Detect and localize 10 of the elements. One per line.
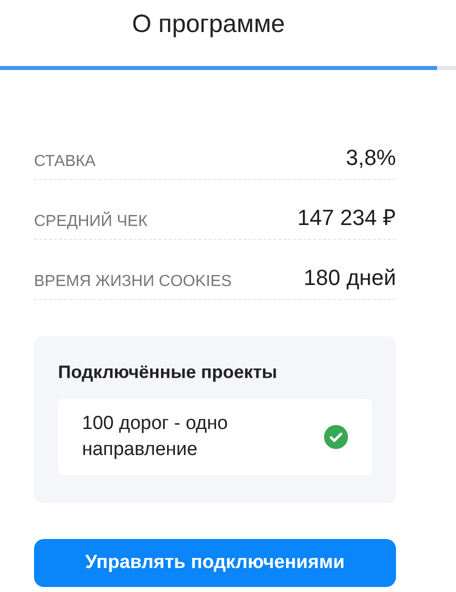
stat-label: СТАВКА [34,153,96,171]
panel-title: Подключённые проекты [58,362,278,383]
stat-value: 3,8% [346,145,396,171]
tab[interactable]: О программе [0,0,437,70]
stat-value: 147 234 ₽ [297,204,396,231]
stat-label: СРЕДНИЙ ЧЕК [34,213,148,231]
stat-label: ВРЕМЯ ЖИЗНИ COOKIES [34,273,232,291]
stat-value: 180 дней [304,265,396,291]
manage-connections-button[interactable]: Управлять подключениями [34,539,396,587]
project-name: 100 дорог - одно направление [82,412,229,462]
